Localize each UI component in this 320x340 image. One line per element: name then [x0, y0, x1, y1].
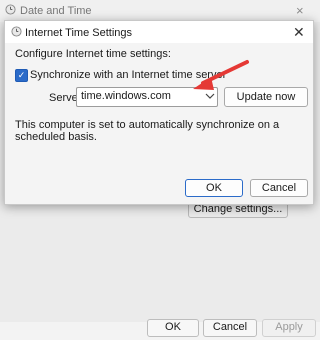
configure-label: Configure Internet time settings: — [15, 48, 171, 60]
clock-icon — [5, 4, 16, 15]
dialog-titlebar: Internet Time Settings ✕ — [5, 21, 313, 43]
close-icon[interactable]: ✕ — [293, 24, 305, 41]
info-text: This computer is set to automatically sy… — [15, 119, 280, 143]
ok-label: OK — [206, 182, 222, 194]
cancel-label: Cancel — [261, 182, 297, 194]
check-icon: ✓ — [17, 70, 26, 80]
window-apply-button[interactable]: Apply — [262, 319, 316, 337]
close-icon[interactable]: × — [296, 3, 304, 18]
ok-button[interactable]: OK — [185, 179, 243, 197]
server-value: time.windows.com — [81, 90, 171, 102]
window-cancel-label: Cancel — [212, 321, 248, 333]
internet-time-settings-dialog: Internet Time Settings ✕ Configure Inter… — [4, 20, 314, 205]
window-titlebar: Date and Time × — [0, 0, 320, 22]
sync-checkbox[interactable]: ✓ — [15, 69, 28, 82]
red-arrow-icon — [193, 60, 249, 90]
cancel-button[interactable]: Cancel — [250, 179, 308, 197]
window-ok-button[interactable]: OK — [147, 319, 199, 337]
window-ok-label: OK — [165, 321, 181, 333]
clock-icon — [11, 26, 22, 37]
window-cancel-button[interactable]: Cancel — [203, 319, 257, 337]
window-apply-label: Apply — [275, 321, 303, 333]
window-title: Date and Time — [20, 5, 92, 17]
dialog-title: Internet Time Settings — [25, 27, 132, 39]
